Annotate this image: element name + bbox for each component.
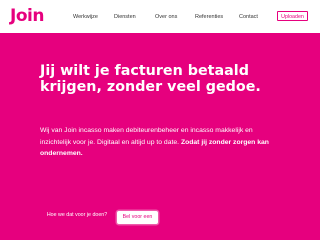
upload-button[interactable]: Uploaden xyxy=(277,11,308,21)
hero-body: Wij van Join incasso maken debiteurenbeh… xyxy=(40,125,280,160)
site-header: Join Werkwijze Diensten Over ons Referen… xyxy=(0,0,320,33)
nav-item-contact[interactable]: Contact xyxy=(239,13,258,21)
how-we-do-it-link[interactable]: Hoe we dat voor je doen? xyxy=(40,209,114,221)
join-logo[interactable]: Join xyxy=(10,7,44,25)
nav-item-werkwijze[interactable]: Werkwijze xyxy=(73,13,98,21)
hero-headline: Jij wilt je facturen betaald krijgen, zo… xyxy=(40,63,261,95)
nav-item-referenties[interactable]: Referenties xyxy=(195,13,223,21)
nav-item-over-ons[interactable]: Over ons xyxy=(155,13,177,21)
call-appointment-button[interactable]: Bel voor een afspraak xyxy=(117,211,158,233)
nav-item-diensten[interactable]: Diensten xyxy=(114,13,136,21)
